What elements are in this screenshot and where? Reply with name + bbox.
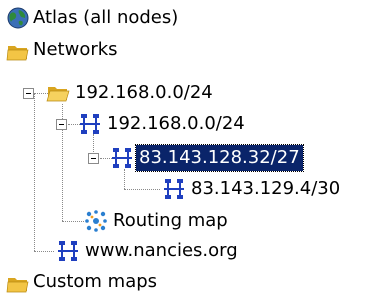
tree-item-label: www.nancies.org <box>85 240 238 261</box>
tree-item-net-192-folder[interactable]: 192.168.0.0/24 <box>0 79 366 107</box>
folder-open-icon <box>46 87 70 102</box>
globe-icon <box>7 7 29 29</box>
network-icon <box>112 148 132 168</box>
collapse-toggle[interactable] <box>88 153 99 164</box>
routing-map-icon <box>85 210 107 232</box>
tree-item-label: Atlas (all nodes) <box>33 7 179 28</box>
tree-item-nancies[interactable]: www.nancies.org <box>0 237 366 265</box>
tree-item-label: 83.143.129.4/30 <box>191 178 341 199</box>
tree-item-atlas[interactable]: Atlas (all nodes) <box>0 4 366 32</box>
collapse-toggle[interactable] <box>56 119 67 130</box>
tree-item-label: Custom maps <box>33 271 158 292</box>
tree-item-label-selected: 83.143.128.32/27 <box>135 144 304 172</box>
tree-item-networks[interactable]: Networks <box>0 36 366 64</box>
tree-item-net-83-32[interactable]: 83.143.128.32/27 <box>0 144 366 172</box>
tree-item-routing-map[interactable]: Routing map <box>0 207 366 235</box>
tree-item-net-83-4[interactable]: 83.143.129.4/30 <box>0 175 366 203</box>
network-tree: Atlas (all nodes) Networks 192.168.0.0/2… <box>0 0 366 294</box>
tree-item-label: 192.168.0.0/24 <box>107 113 245 134</box>
tree-item-label: Routing map <box>113 210 228 231</box>
network-icon <box>58 241 78 261</box>
tree-item-custom-maps[interactable]: Custom maps <box>0 268 366 296</box>
network-icon <box>164 179 184 199</box>
network-icon <box>80 114 100 134</box>
tree-item-label: Networks <box>33 39 118 60</box>
collapse-toggle[interactable] <box>23 88 34 99</box>
tree-item-label: 192.168.0.0/24 <box>75 82 213 103</box>
folder-icon <box>6 46 29 61</box>
tree-item-net-192[interactable]: 192.168.0.0/24 <box>0 110 366 138</box>
folder-icon <box>6 278 29 293</box>
